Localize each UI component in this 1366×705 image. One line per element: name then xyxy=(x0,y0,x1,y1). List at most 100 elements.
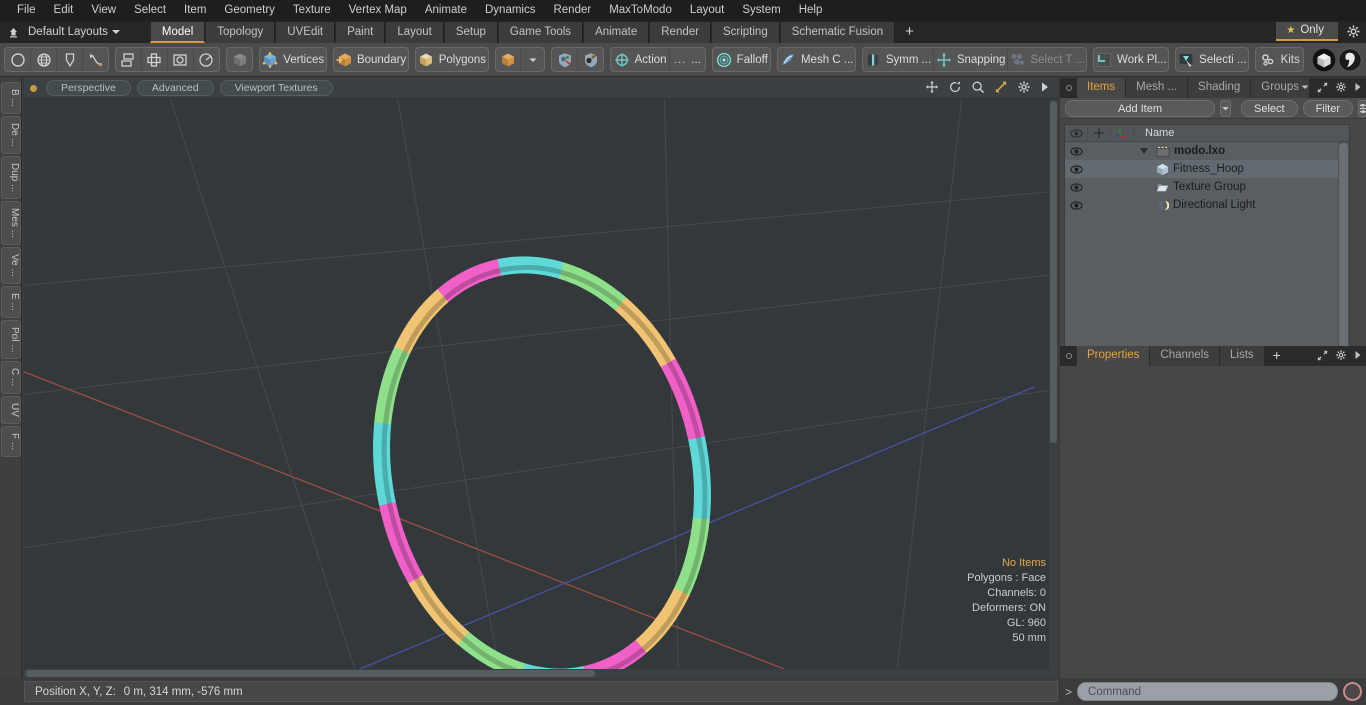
toolbar-button-cube-grey[interactable] xyxy=(227,48,252,71)
panel-menu-dot-icon[interactable] xyxy=(1066,85,1072,91)
viewport-btn-viewport-textures[interactable]: Viewport Textures xyxy=(219,80,333,96)
properties-tab-add[interactable]: + xyxy=(1265,346,1289,366)
toolbar-button-[interactable]: ...... xyxy=(670,48,705,71)
vertical-tab-e[interactable]: E ... xyxy=(1,285,21,318)
unreal-badge-icon[interactable] xyxy=(1338,47,1362,73)
viewport-menu-dot-icon[interactable] xyxy=(30,84,37,92)
layout-selector[interactable]: Default Layouts xyxy=(26,26,124,38)
menu-item-geometry[interactable]: Geometry xyxy=(215,0,284,21)
item-tree-row[interactable]: Directional Light xyxy=(1065,196,1349,214)
viewport-scrollbar-vertical[interactable] xyxy=(1049,99,1058,669)
gear-icon[interactable] xyxy=(1335,81,1347,96)
menu-item-select[interactable]: Select xyxy=(125,0,175,21)
add-item-button[interactable]: Add Item xyxy=(1065,99,1215,117)
only-button[interactable]: ★ Only xyxy=(1276,22,1338,41)
eye-icon[interactable] xyxy=(1065,200,1088,210)
menu-item-layout[interactable]: Layout xyxy=(681,0,734,21)
play-icon[interactable] xyxy=(1354,350,1362,363)
gear-icon[interactable] xyxy=(1346,24,1361,42)
toolbar-button-symm[interactable]: Symm ... xyxy=(863,48,935,71)
toolbar-button-frame[interactable] xyxy=(168,48,194,71)
layout-tab-uvedit[interactable]: UVEdit xyxy=(275,21,336,43)
layout-tab-scripting[interactable]: Scripting xyxy=(710,21,780,43)
add-layout-tab-button[interactable]: + xyxy=(895,22,924,43)
menu-item-maxtomodo[interactable]: MaxToModo xyxy=(600,0,681,21)
eye-icon[interactable] xyxy=(1065,182,1088,192)
toolbar-button-curve[interactable] xyxy=(83,48,108,71)
item-tree-row[interactable]: modo.lxo xyxy=(1065,142,1349,160)
menu-item-system[interactable]: System xyxy=(733,0,789,21)
select-button[interactable]: Select xyxy=(1241,99,1298,117)
rotate-icon[interactable] xyxy=(948,80,962,97)
menu-item-animate[interactable]: Animate xyxy=(416,0,476,21)
viewport-3d[interactable]: Perspective Advanced Viewport Textures N… xyxy=(24,78,1058,678)
play-icon[interactable] xyxy=(1040,81,1050,96)
properties-tab-channels[interactable]: Channels xyxy=(1150,346,1221,366)
layout-tab-schematic-fusion[interactable]: Schematic Fusion xyxy=(779,21,896,43)
vertical-tab-mes[interactable]: Mes ... xyxy=(1,201,21,246)
gear-icon[interactable] xyxy=(1017,80,1031,97)
menu-item-item[interactable]: Item xyxy=(175,0,215,21)
expand-icon[interactable] xyxy=(1317,81,1328,96)
items-tab-shading[interactable]: Shading xyxy=(1188,78,1252,98)
toolbar-button-action[interactable]: Action xyxy=(611,48,670,71)
toolbar-button-work-pl[interactable]: Work Pl... xyxy=(1094,48,1168,71)
menu-item-render[interactable]: Render xyxy=(544,0,600,21)
toolbar-button-radial[interactable] xyxy=(194,48,219,71)
zoom-icon[interactable] xyxy=(971,80,985,97)
items-tab-items[interactable]: Items xyxy=(1077,78,1127,98)
tree-expand-triangle-icon[interactable] xyxy=(1140,148,1148,154)
toolbar-button-circle[interactable] xyxy=(5,48,31,71)
toolbar-button-select-t[interactable]: Select T ... xyxy=(1008,48,1086,71)
eye-icon[interactable] xyxy=(1065,146,1088,156)
layout-tab-model[interactable]: Model xyxy=(149,21,206,43)
layout-tab-render[interactable]: Render xyxy=(649,21,711,43)
menu-item-help[interactable]: Help xyxy=(790,0,832,21)
toolbar-button-center[interactable] xyxy=(142,48,168,71)
toolbar-button-globe[interactable] xyxy=(31,48,57,71)
viewport-canvas[interactable]: Y X Z No ItemsPolygons : FaceChannels: 0… xyxy=(24,99,1058,678)
viewport-btn-advanced[interactable]: Advanced xyxy=(136,80,214,96)
toolbar-button-falloff[interactable]: Falloff xyxy=(713,48,770,71)
viewport-scrollbar-horizontal[interactable] xyxy=(24,669,1058,678)
home-icon[interactable] xyxy=(0,26,26,39)
menu-item-file[interactable]: File xyxy=(8,0,45,21)
gear-icon[interactable] xyxy=(1335,349,1347,364)
fit-icon[interactable] xyxy=(994,80,1008,97)
items-tab-mesh[interactable]: Mesh ... xyxy=(1126,78,1189,98)
menu-item-texture[interactable]: Texture xyxy=(284,0,340,21)
filter-button[interactable]: Filter xyxy=(1302,99,1354,117)
layout-tab-game-tools[interactable]: Game Tools xyxy=(497,21,584,43)
toolbar-button-polygons[interactable]: Polygons xyxy=(416,48,488,71)
toolbar-button-mesh-c[interactable]: Mesh C ... xyxy=(778,48,854,71)
vertical-tab-uv[interactable]: UV xyxy=(1,395,21,424)
add-item-dropdown-button[interactable] xyxy=(1220,99,1231,117)
toolbar-button-boundary[interactable]: Boundary xyxy=(334,48,408,71)
vertical-tab-b[interactable]: B ... xyxy=(1,82,21,114)
move-icon[interactable] xyxy=(925,80,939,97)
toolbar-button-selecti[interactable]: Selecti ... xyxy=(1176,48,1248,71)
toolbar-button-cube-orange[interactable] xyxy=(496,48,521,71)
viewport-btn-perspective[interactable]: Perspective xyxy=(46,80,131,96)
toolbar-button-vertices[interactable]: Vertices xyxy=(260,48,326,71)
toolbar-button-shield-b[interactable] xyxy=(578,48,603,71)
vertical-tab-pol[interactable]: Pol ... xyxy=(1,319,21,360)
modo-badge-icon[interactable] xyxy=(1312,47,1336,73)
toolbar-button-chevron-down[interactable] xyxy=(521,48,544,71)
properties-tab-lists[interactable]: Lists xyxy=(1220,346,1265,366)
eye-icon[interactable] xyxy=(1065,164,1088,174)
menu-item-dynamics[interactable]: Dynamics xyxy=(476,0,544,21)
layout-tab-layout[interactable]: Layout xyxy=(385,21,444,43)
menu-item-vertex-map[interactable]: Vertex Map xyxy=(340,0,416,21)
vertical-tab-de[interactable]: De ... xyxy=(1,115,21,154)
vertical-tab-dup[interactable]: Dup ... xyxy=(1,155,21,200)
panel-menu-dot-icon[interactable] xyxy=(1066,353,1072,359)
toolbar-button-pen[interactable] xyxy=(57,48,83,71)
toolbar-button-snapping[interactable]: Snapping xyxy=(934,48,1009,71)
layout-tab-animate[interactable]: Animate xyxy=(583,21,650,43)
chevron-down-icon[interactable] xyxy=(1300,82,1310,95)
properties-tab-properties[interactable]: Properties xyxy=(1077,346,1151,366)
toolbar-button-kits[interactable]: Kits xyxy=(1256,48,1303,71)
command-input[interactable]: Command xyxy=(1077,682,1338,701)
vertical-tab-f[interactable]: F ... xyxy=(1,425,21,457)
